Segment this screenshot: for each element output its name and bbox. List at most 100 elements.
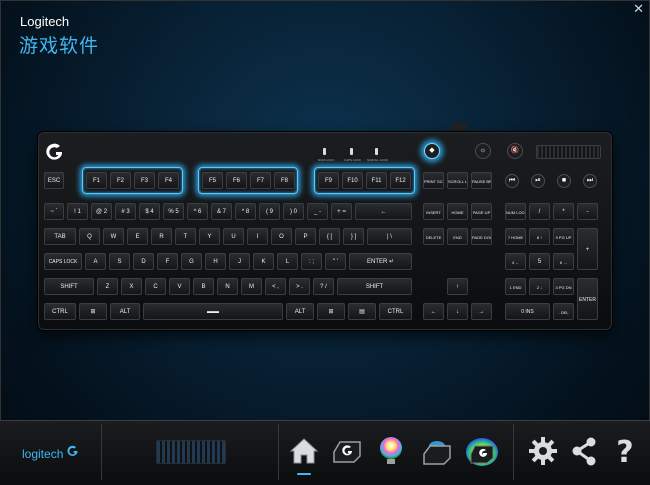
g-key-customize-icon[interactable]	[330, 434, 364, 468]
key-numpad-divide[interactable]: /	[529, 203, 550, 220]
key-p[interactable]: P	[295, 228, 316, 245]
key-insert[interactable]: INSERT	[423, 203, 444, 220]
help-icon[interactable]: ?	[608, 434, 642, 468]
play-pause-button[interactable]: ⏯	[531, 174, 545, 188]
key-4[interactable]: $ 4	[139, 203, 160, 220]
key-quote[interactable]: " '	[325, 253, 346, 270]
share-icon[interactable]	[567, 434, 601, 468]
key-right-alt[interactable]: ALT	[286, 303, 314, 320]
key-numpad-0[interactable]: 0 INS	[505, 303, 550, 320]
key-numpad-enter[interactable]: ENTER	[577, 278, 598, 320]
key-page-up[interactable]: PAGE UP	[471, 203, 492, 220]
key-f9[interactable]: F9	[318, 172, 339, 189]
backlight-button[interactable]: ☼	[475, 143, 491, 159]
key-h[interactable]: H	[205, 253, 226, 270]
key-o[interactable]: O	[271, 228, 292, 245]
key-numpad-2[interactable]: 2 ↓	[529, 278, 550, 295]
device-thumbnail[interactable]	[156, 440, 226, 464]
key-arrow-left[interactable]: ←	[423, 303, 444, 320]
key-l[interactable]: L	[277, 253, 298, 270]
key-t[interactable]: T	[175, 228, 196, 245]
key-f10[interactable]: F10	[342, 172, 363, 189]
key-m[interactable]: M	[241, 278, 262, 295]
key-caps-lock[interactable]: CAPS LOCK	[44, 253, 82, 270]
key-s[interactable]: S	[109, 253, 130, 270]
home-icon[interactable]	[287, 434, 321, 468]
key-arrow-right[interactable]: →	[471, 303, 492, 320]
game-mode-button[interactable]: ◆	[424, 143, 440, 159]
key-6[interactable]: ^ 6	[187, 203, 208, 220]
key-period[interactable]: > .	[289, 278, 310, 295]
key-a[interactable]: A	[85, 253, 106, 270]
key-lighting-icon[interactable]	[420, 434, 454, 468]
key-f11[interactable]: F11	[366, 172, 387, 189]
key-pause[interactable]: PAUSE BREAK	[471, 172, 492, 189]
key-f5[interactable]: F5	[202, 172, 223, 189]
key-space[interactable]: ▬▬	[143, 303, 283, 320]
key-left-shift[interactable]: SHIFT	[44, 278, 94, 295]
key-5[interactable]: % 5	[163, 203, 184, 220]
key-right-bracket[interactable]: } ]	[343, 228, 364, 245]
key-numpad-8[interactable]: 8 ↑	[529, 228, 550, 245]
key-d[interactable]: D	[133, 253, 154, 270]
key-e[interactable]: E	[127, 228, 148, 245]
key-tab[interactable]: TAB	[44, 228, 76, 245]
key-f1[interactable]: F1	[86, 172, 107, 189]
lighting-icon[interactable]	[374, 434, 408, 468]
heatmap-icon[interactable]	[465, 434, 499, 468]
key-j[interactable]: J	[229, 253, 250, 270]
key-f7[interactable]: F7	[250, 172, 271, 189]
key-left-bracket[interactable]: { [	[319, 228, 340, 245]
key-q[interactable]: Q	[79, 228, 100, 245]
key-b[interactable]: B	[193, 278, 214, 295]
key-numpad-multiply[interactable]: *	[553, 203, 574, 220]
key-left-win[interactable]: ⊞	[79, 303, 107, 320]
key-esc[interactable]: ESC	[44, 172, 64, 189]
key-equal[interactable]: + =	[331, 203, 352, 220]
key-right-shift[interactable]: SHIFT	[337, 278, 412, 295]
key-scroll-lock[interactable]: SCROLL LOCK	[447, 172, 468, 189]
key-v[interactable]: V	[169, 278, 190, 295]
key-menu[interactable]: ▤	[348, 303, 376, 320]
key-7[interactable]: & 7	[211, 203, 232, 220]
key-r[interactable]: R	[151, 228, 172, 245]
key-end[interactable]: END	[447, 228, 468, 245]
key-x[interactable]: X	[121, 278, 142, 295]
key-u[interactable]: U	[223, 228, 244, 245]
key-w[interactable]: W	[103, 228, 124, 245]
key-c[interactable]: C	[145, 278, 166, 295]
key-i[interactable]: I	[247, 228, 268, 245]
key-f[interactable]: F	[157, 253, 178, 270]
key-f6[interactable]: F6	[226, 172, 247, 189]
key-numpad-plus[interactable]: +	[577, 228, 598, 270]
key-delete[interactable]: DELETE	[423, 228, 444, 245]
key-enter[interactable]: ENTER ↵	[349, 253, 412, 270]
key-numpad-4[interactable]: 4 ←	[505, 253, 526, 270]
key-numpad-5[interactable]: 5	[529, 253, 550, 270]
next-track-button[interactable]: ⏭	[583, 174, 597, 188]
key-slash[interactable]: ? /	[313, 278, 334, 295]
key-y[interactable]: Y	[199, 228, 220, 245]
key-3[interactable]: # 3	[115, 203, 136, 220]
key-f8[interactable]: F8	[274, 172, 295, 189]
key-num-lock[interactable]: NUM LOCK	[505, 203, 526, 220]
key-left-alt[interactable]: ALT	[110, 303, 140, 320]
key-numpad-9[interactable]: 9 PG UP	[553, 228, 574, 245]
key-numpad-1[interactable]: 1 END	[505, 278, 526, 295]
key-numpad-3[interactable]: 3 PG DN	[553, 278, 574, 295]
key-arrow-down[interactable]: ↓	[447, 303, 468, 320]
previous-track-button[interactable]: ⏮	[505, 174, 519, 188]
key-comma[interactable]: < ,	[265, 278, 286, 295]
key-tilde[interactable]: ~ `	[44, 203, 64, 220]
mute-button[interactable]: 🔇	[507, 143, 523, 159]
key-f4[interactable]: F4	[158, 172, 179, 189]
key-numpad-minus[interactable]: -	[577, 203, 598, 220]
key-numpad-6[interactable]: 6 →	[553, 253, 574, 270]
close-button[interactable]: ✕	[633, 2, 644, 17]
key-z[interactable]: Z	[97, 278, 118, 295]
key-1[interactable]: ! 1	[67, 203, 88, 220]
key-9[interactable]: ( 9	[259, 203, 280, 220]
key-page-down[interactable]: PAGE DOWN	[471, 228, 492, 245]
key-backslash[interactable]: | \	[367, 228, 412, 245]
key-f2[interactable]: F2	[110, 172, 131, 189]
